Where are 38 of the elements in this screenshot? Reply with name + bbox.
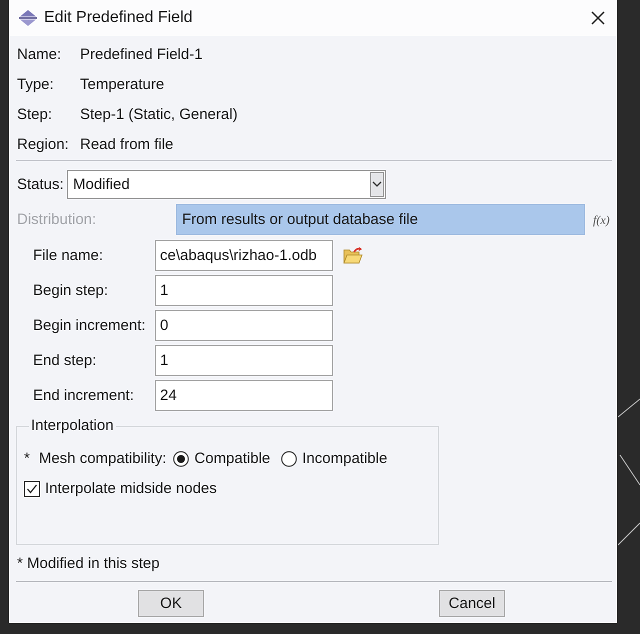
info-label: Type: — [17, 76, 55, 94]
text-field[interactable]: ce\abaqus\rizhao-1.odb — [155, 240, 333, 271]
status-dropdown[interactable]: Modified — [67, 170, 386, 199]
checkbox-icon[interactable] — [24, 481, 40, 497]
status-label: Status: — [17, 176, 65, 194]
info-value: Step-1 (Static, General) — [80, 106, 238, 124]
field-label: End step: — [33, 352, 98, 370]
info-value: Predefined Field-1 — [80, 46, 203, 64]
text-field[interactable]: 0 — [155, 310, 333, 341]
text-field[interactable]: 1 — [155, 275, 333, 306]
footnote-text: * Modified in this step — [17, 555, 160, 573]
distribution-label: Distribution: — [17, 210, 98, 228]
dialog-button[interactable]: Cancel — [439, 590, 505, 617]
field-label: End increment: — [33, 386, 135, 404]
double-arrow-icon — [19, 10, 37, 26]
radio-option[interactable]: Incompatible — [281, 450, 388, 468]
field-label: Begin step: — [33, 282, 110, 300]
info-label: Step: — [17, 106, 54, 124]
window-title: Edit Predefined Field — [44, 8, 193, 28]
text-field[interactable]: 24 — [155, 380, 333, 411]
radio-icon[interactable] — [281, 451, 298, 467]
info-label: Region: — [17, 136, 70, 154]
group-title: Interpolation — [29, 417, 116, 435]
info-value: Read from file — [80, 136, 174, 154]
close-icon[interactable] — [591, 11, 605, 25]
field-label: Begin increment: — [33, 316, 147, 334]
field-label: File name: — [33, 246, 104, 264]
text-field[interactable]: 1 — [155, 345, 333, 376]
info-label: Name: — [17, 46, 62, 64]
mesh-compatibility-label: Mesh compatibility: — [38, 450, 166, 468]
radio-icon[interactable] — [173, 451, 190, 467]
radio-option[interactable]: Compatible — [173, 450, 270, 468]
folder-icon[interactable] — [343, 246, 363, 264]
modified-marker: * — [24, 450, 30, 468]
chevron-down-icon[interactable] — [370, 172, 384, 197]
checkbox-option[interactable]: Interpolate midside nodes — [24, 479, 217, 499]
dialog-button[interactable]: OK — [138, 590, 204, 617]
info-value: Temperature — [80, 76, 164, 94]
